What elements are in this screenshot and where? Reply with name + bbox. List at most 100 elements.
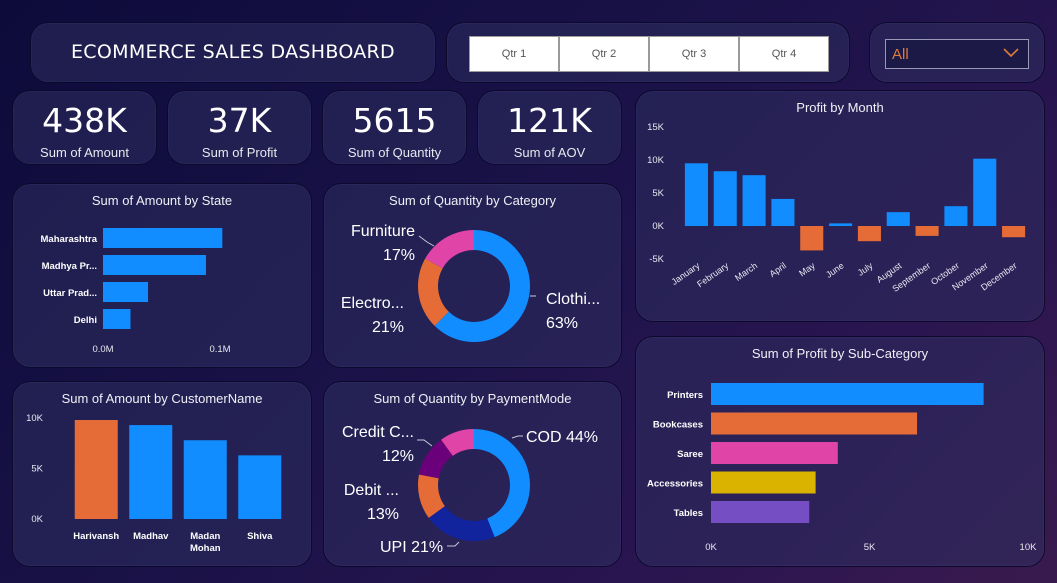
subcategory-tick-label: Printers xyxy=(667,390,703,401)
month-bar xyxy=(1002,226,1026,238)
category-percent: 21% xyxy=(372,319,404,336)
kpi-value: 37K xyxy=(207,101,272,140)
month-bar xyxy=(684,163,708,226)
leader-line xyxy=(417,439,433,447)
y-tick-label: 15K xyxy=(647,122,665,133)
category-percent: 17% xyxy=(383,247,415,264)
subcategory-tick-label: Accessories xyxy=(647,479,703,490)
kpi-card-quantity: 5615 Sum of Quantity xyxy=(322,90,467,165)
kpi-label: Sum of Quantity xyxy=(347,145,442,160)
category-slice xyxy=(418,258,449,326)
kpi-value: 438K xyxy=(42,101,127,140)
dashboard-title: ECOMMERCE SALES DASHBOARD xyxy=(71,41,395,63)
month-tick-label: April xyxy=(768,260,788,279)
payment-label: UPI 21% xyxy=(380,539,443,556)
profit-by-month-panel: Profit by Month 15K 10K 5K 0K -5K January Febr… xyxy=(635,90,1045,322)
state-tick-label: Delhi xyxy=(74,315,97,326)
amount-by-customer-chart: 10K 5K 0K Harivansh Madhav MadanMohan Shiva xyxy=(26,413,282,554)
payment-label: COD 44% xyxy=(526,429,598,446)
subcategory-bar xyxy=(711,383,984,405)
qtr-1-button[interactable]: Qtr 1 xyxy=(469,36,559,72)
y-tick-label: 0K xyxy=(652,221,664,232)
customer-bar xyxy=(129,425,173,519)
quarter-slicer: Qtr 1 Qtr 2 Qtr 3 Qtr 4 xyxy=(469,36,829,72)
category-slice xyxy=(425,230,474,269)
y-tick-label: 5K xyxy=(652,188,664,199)
month-tick-label: May xyxy=(797,260,817,278)
filter-dropdown[interactable]: All xyxy=(885,39,1029,69)
subcategory-bar xyxy=(711,412,918,435)
leader-line xyxy=(447,541,460,547)
quantity-by-paymentmode-chart: COD 44% UPI 21% Debit ... 13% Credit C... 12% xyxy=(342,424,598,556)
y-tick-label: 10K xyxy=(647,155,665,166)
profit-by-subcategory-panel: Sum of Profit by Sub-Category Printers Bo… xyxy=(635,336,1045,567)
x-tick-label: 0.1M xyxy=(209,344,230,355)
state-tick-label: Madhya Pr... xyxy=(42,261,97,272)
state-tick-label: Uttar Prad... xyxy=(43,288,97,299)
title-panel: ECOMMERCE SALES DASHBOARD xyxy=(30,22,436,83)
qtr-3-button[interactable]: Qtr 3 xyxy=(649,36,739,72)
state-tick-label: Maharashtra xyxy=(41,234,98,245)
customer-tick-label: Madhav xyxy=(133,531,169,542)
profit-by-month-chart: 15K10K5K0K-5KJanuaryFebruary March April Ma… xyxy=(647,122,1026,294)
kpi-card-profit: 37K Sum of Profit xyxy=(167,90,312,165)
customer-tick-label: Mohan xyxy=(190,543,221,554)
kpi-label: Sum of Amount xyxy=(40,145,129,160)
quantity-by-category-chart: Clothi... 63% Electro... 21% Furniture 17% xyxy=(341,223,600,342)
category-label: Furniture xyxy=(351,223,415,240)
subcategory-tick-label: Tables xyxy=(674,508,703,519)
subcategory-bar xyxy=(711,501,810,523)
customer-tick-label: Madan xyxy=(190,531,220,542)
customer-tick-label: Harivansh xyxy=(73,531,119,542)
customer-bar xyxy=(238,455,282,519)
filter-dropdown-value: All xyxy=(892,45,909,63)
chevron-down-icon xyxy=(1003,48,1019,58)
payment-slice xyxy=(428,506,495,541)
category-percent: 63% xyxy=(546,315,578,332)
payment-label: Debit ... xyxy=(344,482,399,499)
month-bar xyxy=(713,171,737,226)
profit-by-subcategory-chart: Printers Bookcases Saree Accessories Tables 0… xyxy=(647,383,1037,553)
leader-line xyxy=(418,235,435,247)
quantity-by-paymentmode-panel: Sum of Quantity by PaymentMode COD 44% UP… xyxy=(323,381,622,567)
month-tick-label: June xyxy=(824,260,846,279)
x-tick-label: 0K xyxy=(705,542,717,553)
state-bar xyxy=(103,282,149,302)
month-tick-label: March xyxy=(733,260,759,283)
month-bar xyxy=(771,198,795,226)
quarter-slicer-panel: Qtr 1 Qtr 2 Qtr 3 Qtr 4 xyxy=(446,22,850,83)
kpi-card-aov: 121K Sum of AOV xyxy=(477,90,622,165)
amount-by-state-chart: Maharashtra Madhya Pr... Uttar Prad... Delh… xyxy=(41,228,231,355)
x-tick-label: 5K xyxy=(864,542,876,553)
month-tick-label: July xyxy=(856,260,875,278)
month-bar xyxy=(857,226,881,242)
month-bar xyxy=(944,206,968,226)
kpi-value: 5615 xyxy=(352,101,437,140)
y-tick-label: 10K xyxy=(26,413,44,424)
amount-by-customer-panel: Sum of Amount by CustomerName 10K 5K 0K Har… xyxy=(12,381,312,567)
state-bar xyxy=(103,228,223,248)
kpi-value: 121K xyxy=(507,101,592,140)
leader-line xyxy=(511,435,523,439)
state-bar xyxy=(103,309,131,329)
customer-bar xyxy=(74,420,118,519)
payment-percent: 13% xyxy=(367,506,399,523)
kpi-label: Sum of Profit xyxy=(201,145,278,160)
customer-bar xyxy=(183,440,227,519)
state-bar xyxy=(103,255,206,275)
qtr-2-button[interactable]: Qtr 2 xyxy=(559,36,649,72)
amount-by-state-panel: Sum of Amount by State Maharashtra Madhya… xyxy=(12,183,312,368)
customer-tick-label: Shiva xyxy=(247,531,273,542)
qtr-4-button[interactable]: Qtr 4 xyxy=(739,36,829,72)
month-bar xyxy=(829,223,853,226)
payment-percent: 12% xyxy=(382,448,414,465)
category-label: Clothi... xyxy=(546,291,600,308)
month-bar xyxy=(800,226,824,251)
month-tick-label: February xyxy=(695,260,731,289)
quantity-by-category-panel: Sum of Quantity by Category Clothi... 63%… xyxy=(323,183,622,368)
y-tick-label: 0K xyxy=(31,514,43,525)
filter-panel: All xyxy=(869,22,1045,83)
month-bar xyxy=(886,212,910,226)
category-label: Electro... xyxy=(341,295,404,312)
subcategory-bar xyxy=(711,442,838,464)
